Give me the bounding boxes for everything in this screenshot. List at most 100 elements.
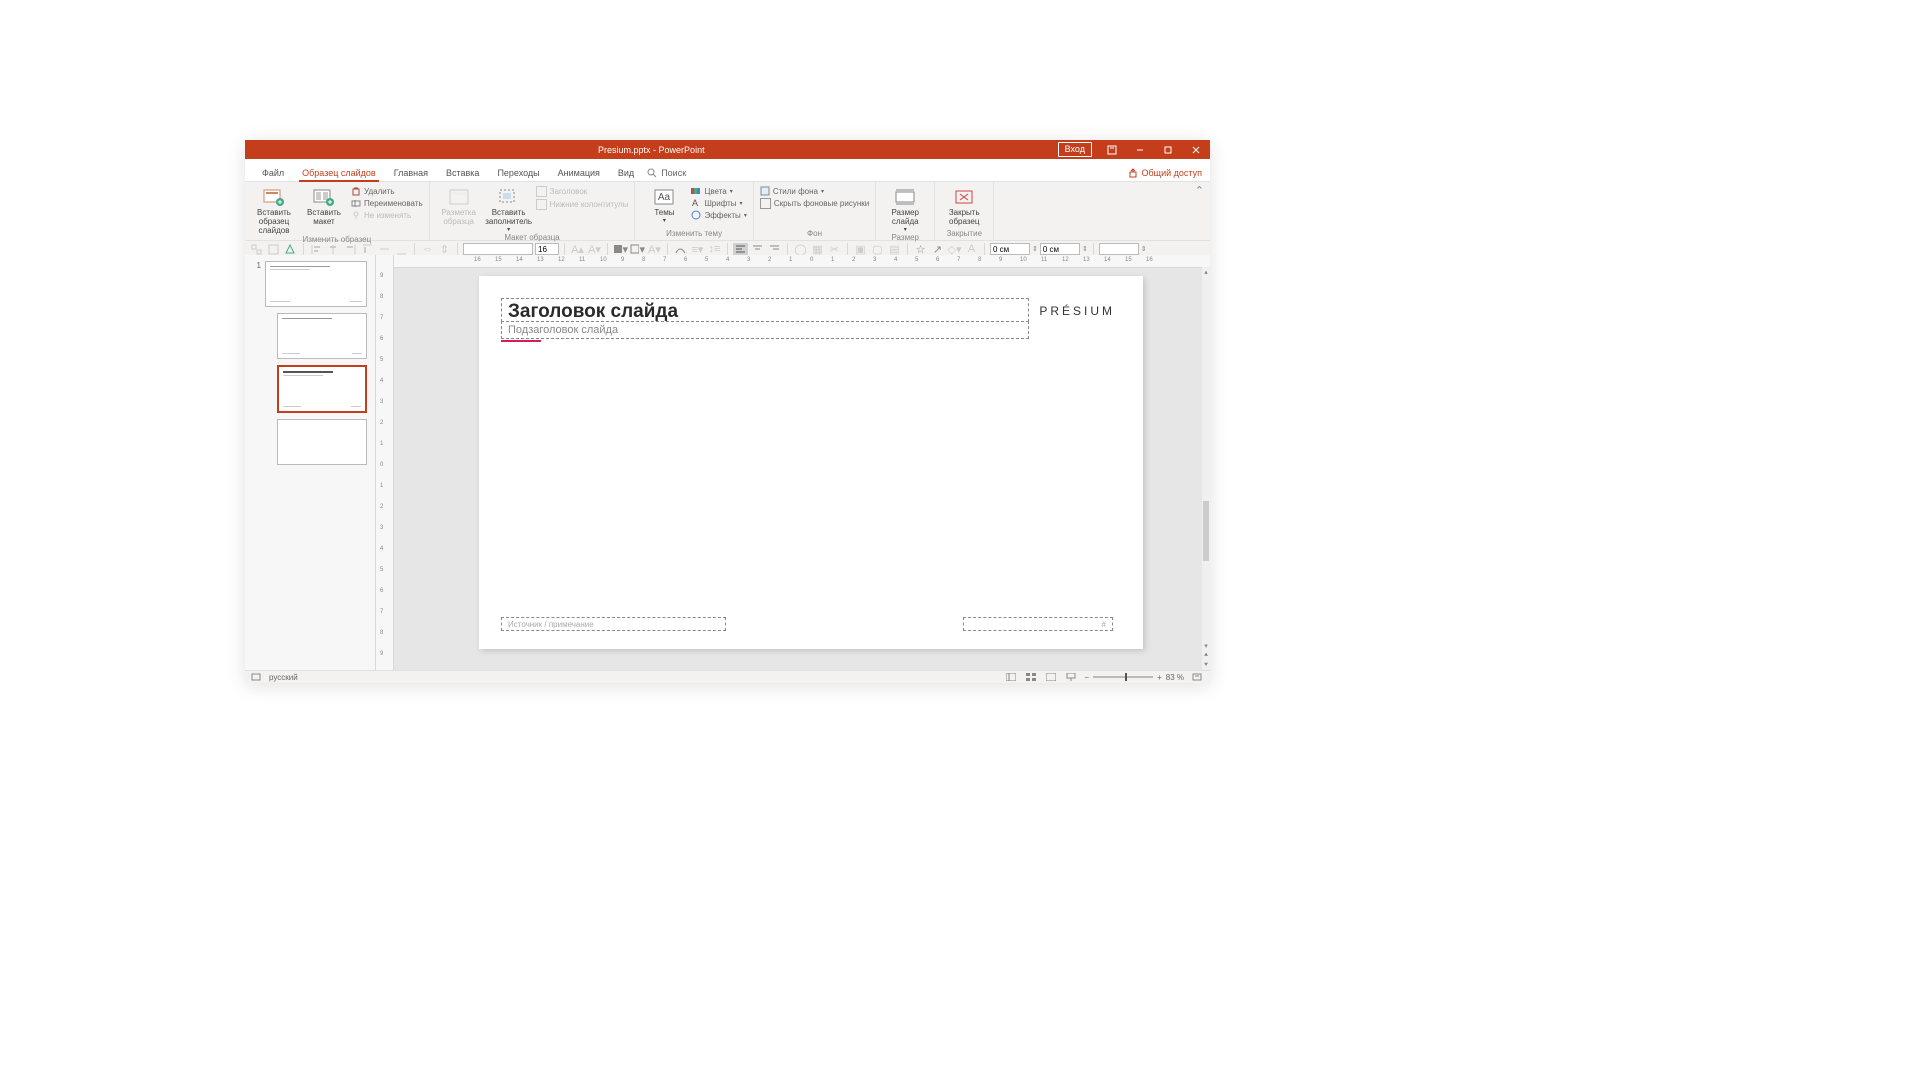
group-background: Стили фона▾ Скрыть фоновые рисунки Фон — [754, 182, 876, 240]
search-icon — [647, 168, 657, 178]
insert-layout-button[interactable]: Вставить макет — [301, 185, 347, 227]
slide[interactable]: Заголовок слайда Подзаголовок слайда PRÉ… — [479, 276, 1143, 649]
zoom-level[interactable]: 83 % — [1166, 673, 1184, 682]
close-button[interactable] — [1182, 140, 1210, 159]
tab-home[interactable]: Главная — [385, 168, 437, 181]
tab-insert[interactable]: Вставка — [437, 168, 488, 181]
qa-table-button: ▦ — [810, 243, 825, 256]
shape-width-input[interactable] — [1040, 243, 1080, 255]
maximize-button[interactable] — [1154, 140, 1182, 159]
qa-shape-outline-button[interactable]: ▾ — [630, 243, 645, 256]
thumbnail-layout-1[interactable] — [277, 313, 367, 359]
shape-extra-input[interactable] — [1099, 243, 1139, 255]
preserve-button: Не изменять — [351, 209, 423, 221]
colors-button[interactable]: Цвета▾ — [691, 185, 746, 197]
qa-distribute-v-button: ⇕ — [437, 243, 452, 256]
hide-bg-graphics-checkbox[interactable]: Скрыть фоновые рисунки — [760, 197, 869, 210]
close-master-button[interactable]: Закрыть образец — [941, 185, 987, 227]
share-button[interactable]: Общий доступ — [1128, 168, 1202, 181]
svg-text:A: A — [692, 198, 698, 208]
footers-checkbox: Нижние колонтитулы — [536, 198, 629, 211]
font-family-input[interactable] — [463, 243, 533, 255]
vertical-scrollbar[interactable]: ▴ ▾ ⯅ ⯆ — [1202, 267, 1210, 671]
shape-height-input[interactable] — [990, 243, 1030, 255]
qa-line-spacing-button: ↕≡ — [707, 243, 722, 256]
slide-thumbnails-panel: 1 — [245, 255, 376, 671]
rename-icon — [351, 198, 361, 208]
page-number-placeholder[interactable]: # — [963, 617, 1113, 631]
language-button[interactable]: русский — [269, 673, 298, 682]
prev-slide-button[interactable]: ⯅ — [1202, 651, 1210, 661]
search-box[interactable]: Поиск — [647, 168, 686, 181]
spellcheck-icon[interactable] — [251, 673, 261, 681]
qa-send-backward-button: ▢ — [870, 243, 885, 256]
ribbon: Вставить образец слайдов Вставить макет … — [245, 182, 1210, 241]
status-bar: русский − + 83 % — [245, 670, 1210, 683]
vertical-ruler: 9876543210123456789 — [376, 255, 394, 671]
effects-button[interactable]: Эффекты▾ — [691, 209, 746, 221]
title-placeholder[interactable]: Заголовок слайда — [501, 298, 1029, 322]
zoom-slider[interactable] — [1093, 676, 1153, 678]
qa-bullets-button: ≡▾ — [690, 243, 705, 256]
themes-button[interactable]: AaТемы▾ — [641, 185, 687, 224]
master-layout-button: Разметка образца — [436, 185, 482, 227]
tab-view[interactable]: Вид — [609, 168, 643, 181]
qa-font-color-button: A▾ — [647, 243, 662, 256]
slide-canvas-area[interactable]: 1615141312111098765432101234567891011121… — [394, 255, 1210, 671]
normal-view-button[interactable] — [1004, 672, 1018, 682]
sorter-view-button[interactable] — [1024, 672, 1038, 682]
tab-file[interactable]: Файл — [253, 168, 293, 181]
tab-animation[interactable]: Анимация — [549, 168, 609, 181]
qa-text-align-left-button[interactable] — [733, 243, 748, 256]
font-size-input[interactable] — [535, 243, 559, 255]
qa-text-align-right-button[interactable] — [767, 243, 782, 256]
group-edit-theme: AaТемы▾ Цвета▾ AШрифты▾ Эффекты▾ Изменит… — [635, 182, 753, 240]
qa-crop-button: ✂ — [827, 243, 842, 256]
ribbon-display-options-button[interactable] — [1098, 140, 1126, 159]
background-styles-button[interactable]: Стили фона▾ — [760, 185, 869, 197]
fit-to-window-button[interactable] — [1190, 672, 1204, 682]
title-checkbox: Заголовок — [536, 185, 629, 198]
tab-transitions[interactable]: Переходы — [488, 168, 548, 181]
collapse-ribbon-button[interactable]: ⌃ — [1195, 184, 1204, 197]
qa-change-shape-button: ◇▾ — [947, 243, 962, 256]
tab-slide-master[interactable]: Образец слайдов — [293, 168, 385, 181]
scroll-up-button[interactable]: ▴ — [1202, 267, 1210, 277]
thumbnail-master[interactable] — [265, 261, 367, 307]
scroll-down-button[interactable]: ▾ — [1202, 641, 1210, 651]
scroll-thumb[interactable] — [1203, 501, 1209, 561]
effects-icon — [691, 210, 701, 220]
horizontal-ruler: 1615141312111098765432101234567891011121… — [394, 255, 1210, 268]
titlebar: Presium.pptx - PowerPoint Вход — [245, 140, 1210, 159]
delete-icon — [351, 186, 361, 196]
qa-star-button[interactable]: ☆ — [913, 243, 928, 256]
reading-view-button[interactable] — [1044, 672, 1058, 682]
subtitle-placeholder[interactable]: Подзаголовок слайда — [501, 321, 1029, 339]
rename-button[interactable]: Переименовать — [351, 197, 423, 209]
qa-edit-points-button[interactable] — [673, 243, 688, 256]
group-master-layout: Разметка образца Вставить заполнитель▾ З… — [430, 182, 636, 240]
zoom-in-button[interactable]: + — [1157, 673, 1162, 682]
source-placeholder[interactable]: Источник / примечание — [501, 617, 726, 631]
minimize-button[interactable] — [1126, 140, 1154, 159]
qa-text-effects-button: A — [964, 243, 979, 256]
qa-arrow-button[interactable]: ↗ — [930, 243, 945, 256]
colors-icon — [691, 186, 701, 196]
delete-button[interactable]: Удалить — [351, 185, 423, 197]
qa-selection-pane-button: ▤ — [887, 243, 902, 256]
fonts-button[interactable]: AШрифты▾ — [691, 197, 746, 209]
qa-shape-fill-button[interactable]: ▾ — [613, 243, 628, 256]
login-button[interactable]: Вход — [1058, 142, 1092, 157]
slideshow-button[interactable] — [1064, 672, 1078, 682]
zoom-out-button[interactable]: − — [1084, 673, 1089, 682]
thumbnail-layout-3[interactable] — [277, 419, 367, 465]
qa-text-align-center-button[interactable] — [750, 243, 765, 256]
insert-slide-master-button[interactable]: Вставить образец слайдов — [251, 185, 297, 235]
insert-placeholder-button[interactable]: Вставить заполнитель▾ — [486, 185, 532, 233]
slide-size-button[interactable]: Размер слайда▾ — [882, 185, 928, 233]
group-size: Размер слайда▾ Размер — [876, 182, 935, 240]
share-icon — [1128, 168, 1138, 178]
group-close: Закрыть образец Закрытие — [935, 182, 994, 240]
group-edit-master: Вставить образец слайдов Вставить макет … — [245, 182, 430, 240]
thumbnail-layout-2[interactable] — [277, 365, 367, 413]
